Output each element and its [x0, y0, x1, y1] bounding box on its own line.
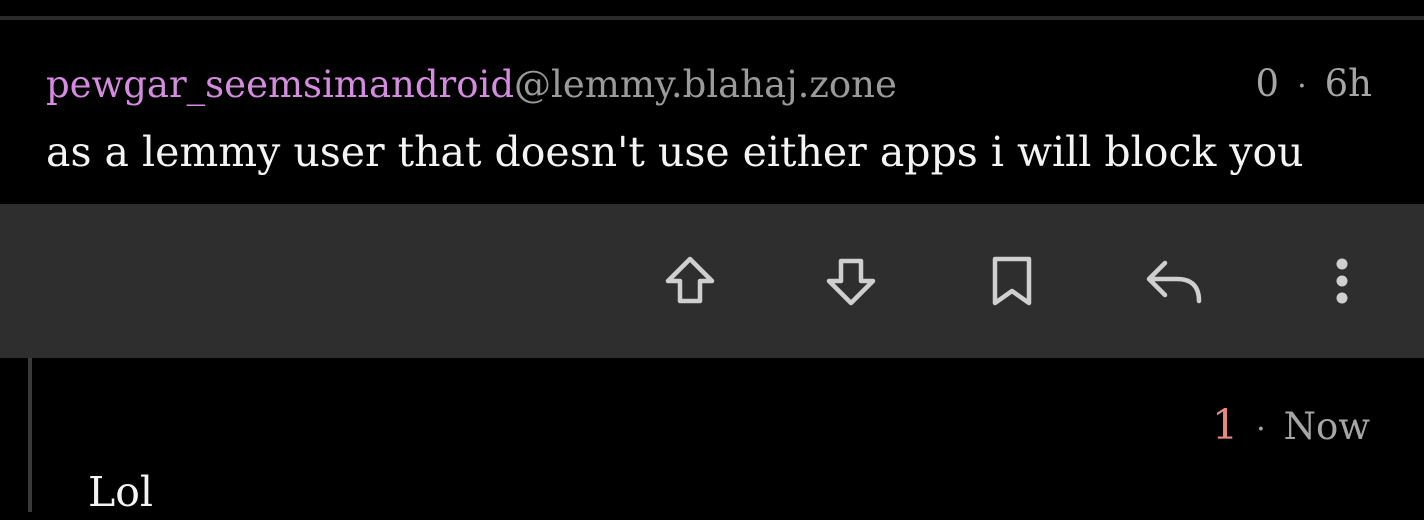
comment-body: as a lemmy user that doesn't use either … — [46, 128, 1304, 176]
reply-stats: 1 · Now — [1212, 400, 1370, 450]
upvote-icon — [665, 256, 715, 304]
more-vertical-icon — [1336, 258, 1348, 304]
thread-indent-line — [28, 358, 32, 512]
comment-stats: 0 · 6h — [1256, 59, 1372, 112]
reply-age: Now — [1283, 405, 1370, 448]
bookmark-button[interactable] — [982, 251, 1042, 311]
downvote-button[interactable] — [821, 251, 881, 311]
reply-score: 1 — [1212, 401, 1239, 449]
upvote-button[interactable] — [660, 251, 720, 311]
more-options-button[interactable] — [1312, 251, 1372, 311]
username[interactable]: pewgar_seemsimandroid — [46, 60, 514, 110]
comment-age: 6h — [1324, 61, 1372, 105]
comment-header: pewgar_seemsimandroid @lemmy.blahaj.zone … — [46, 60, 1372, 110]
reply-button[interactable] — [1143, 251, 1203, 311]
reply-comment: 1 · Now Lol — [0, 358, 1424, 516]
comment-score: 0 — [1255, 61, 1280, 105]
comment-action-bar — [0, 204, 1424, 358]
reply-icon — [1146, 260, 1202, 304]
downvote-icon — [826, 258, 876, 306]
separator-dot: · — [1297, 68, 1307, 104]
instance-domain[interactable]: @lemmy.blahaj.zone — [514, 60, 897, 110]
bookmark-icon — [992, 256, 1032, 306]
separator-dot: · — [1256, 412, 1266, 447]
comment-author[interactable]: pewgar_seemsimandroid @lemmy.blahaj.zone — [46, 60, 897, 110]
